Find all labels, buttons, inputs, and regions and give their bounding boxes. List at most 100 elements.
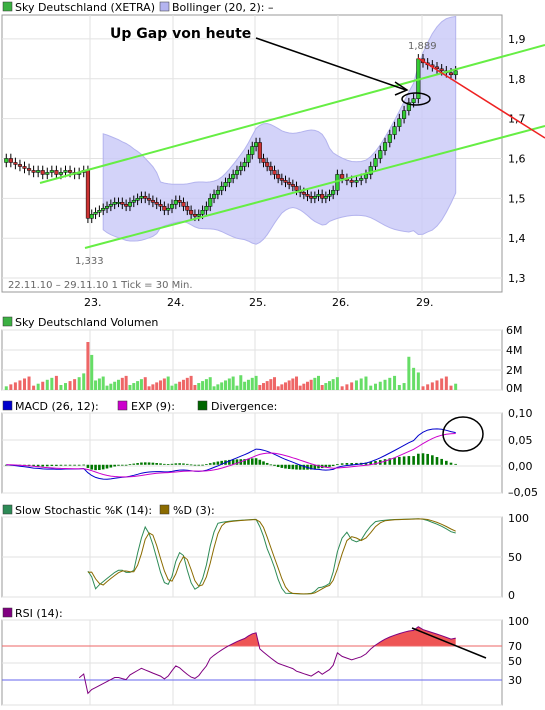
candle-body — [108, 204, 113, 207]
volume-bar — [73, 379, 77, 390]
volume-bar — [280, 384, 284, 390]
macd-tick-005: 0,05 — [508, 434, 533, 447]
candle-body — [453, 70, 458, 76]
divergence-bar — [105, 464, 109, 469]
divergence-bar — [258, 459, 262, 465]
candle-body — [349, 180, 354, 183]
divergence-bar — [250, 458, 254, 465]
volume-panel: Sky Deutschland Volumen 6M 4M 2M 0M — [1, 316, 523, 395]
candle-body — [31, 170, 36, 173]
candle-body — [40, 170, 45, 175]
annotation-arrow — [255, 37, 407, 91]
volume-bar — [412, 367, 416, 390]
volume-bar — [265, 381, 269, 390]
candle-body — [13, 162, 18, 165]
exp-legend-swatch — [117, 400, 128, 411]
volume-bar — [224, 380, 228, 390]
volume-bar — [309, 379, 313, 390]
price-y-tick-label: 1,4 — [508, 232, 526, 245]
volume-bar — [201, 381, 205, 390]
candle-body — [323, 196, 328, 199]
vol-tick-2m: 2M — [506, 364, 523, 377]
volume-bar — [59, 385, 63, 390]
volume-bar — [193, 385, 197, 390]
volume-bar — [449, 385, 453, 390]
volume-bar — [421, 386, 425, 390]
volume-bar — [254, 375, 258, 390]
divergence-bar — [64, 464, 67, 466]
candle-body — [27, 168, 32, 171]
volume-bar — [246, 379, 250, 390]
volume-bar — [227, 378, 231, 390]
volume-bar — [136, 381, 140, 390]
divergence-bar — [124, 464, 128, 466]
volume-bar — [109, 383, 113, 390]
volume-bar — [350, 382, 354, 390]
rsi-legend-label: RSI (14): — [15, 607, 63, 620]
candle-body — [327, 194, 332, 197]
divergence-bar — [431, 455, 434, 465]
volume-bar — [116, 379, 120, 390]
divergence-bar — [287, 464, 291, 469]
volume-bar — [151, 384, 155, 390]
stoch-d-legend-label: %D (3): — [173, 504, 215, 517]
candle-body — [276, 174, 281, 179]
candle-body — [85, 170, 90, 219]
candle-body — [97, 210, 102, 213]
volume-bar — [68, 381, 72, 390]
divergence-bar — [68, 464, 72, 466]
divergence-bar — [412, 456, 415, 465]
volume-bar — [120, 377, 124, 390]
volume-bar — [328, 381, 331, 390]
divergence-bar — [147, 462, 151, 465]
macd-tick-010: 0,10 — [508, 407, 533, 420]
rsi-panel: RSI (14): 100 70 50 30 — [1, 607, 529, 706]
candle-body — [272, 170, 277, 175]
volume-bar — [284, 382, 287, 390]
divergence-bar — [280, 464, 284, 468]
volume-bar — [262, 383, 265, 390]
volume-bar — [216, 384, 220, 390]
candle-body — [101, 208, 106, 211]
candle-body — [223, 182, 228, 187]
divergence-bar — [59, 464, 63, 466]
volume-bar — [94, 380, 98, 390]
volume-bar — [18, 380, 22, 390]
volume-bar — [181, 379, 185, 390]
divergence-bar — [208, 463, 212, 465]
volume-bar — [397, 385, 401, 390]
candle-body — [309, 196, 314, 199]
macd-legend-label: MACD (26, 12): — [15, 400, 99, 413]
candle-body — [378, 150, 383, 159]
volume-bar — [287, 380, 291, 390]
candle-body — [22, 166, 27, 169]
candle-body — [112, 202, 117, 205]
divergence-bar — [445, 460, 448, 465]
volume-bar — [27, 376, 31, 390]
divergence-bar — [50, 464, 54, 466]
volume-bar — [364, 376, 368, 390]
stoch-k-legend-swatch — [2, 504, 13, 515]
volume-bar — [139, 379, 143, 390]
candle-body — [104, 206, 110, 209]
candle-body — [294, 186, 299, 191]
price-y-tick-label: 1,9 — [508, 33, 526, 46]
candle-body — [316, 194, 321, 197]
rsi-tick-100: 100 — [508, 615, 529, 628]
divergence-bar — [182, 463, 185, 465]
divergence-bar — [212, 462, 216, 465]
price-x-tick-label: 29. — [416, 296, 434, 309]
volume-bar — [45, 379, 49, 390]
rsi-legend-swatch — [2, 607, 13, 618]
divergence-bar — [407, 456, 411, 465]
volume-bar — [454, 383, 458, 390]
volume-bar — [178, 381, 182, 390]
volume-bar — [189, 375, 193, 390]
candle-body — [89, 214, 94, 219]
stock-chart: Sky Deutschland (XETRA) Bollinger (20, 2… — [1, 1, 545, 706]
stoch-k-legend-label: Slow Stochastic %K (14): — [15, 504, 152, 517]
stochastic-d-line — [87, 518, 456, 595]
volume-bar — [393, 375, 397, 390]
volume-bar — [9, 384, 13, 390]
volume-bar — [374, 383, 377, 390]
